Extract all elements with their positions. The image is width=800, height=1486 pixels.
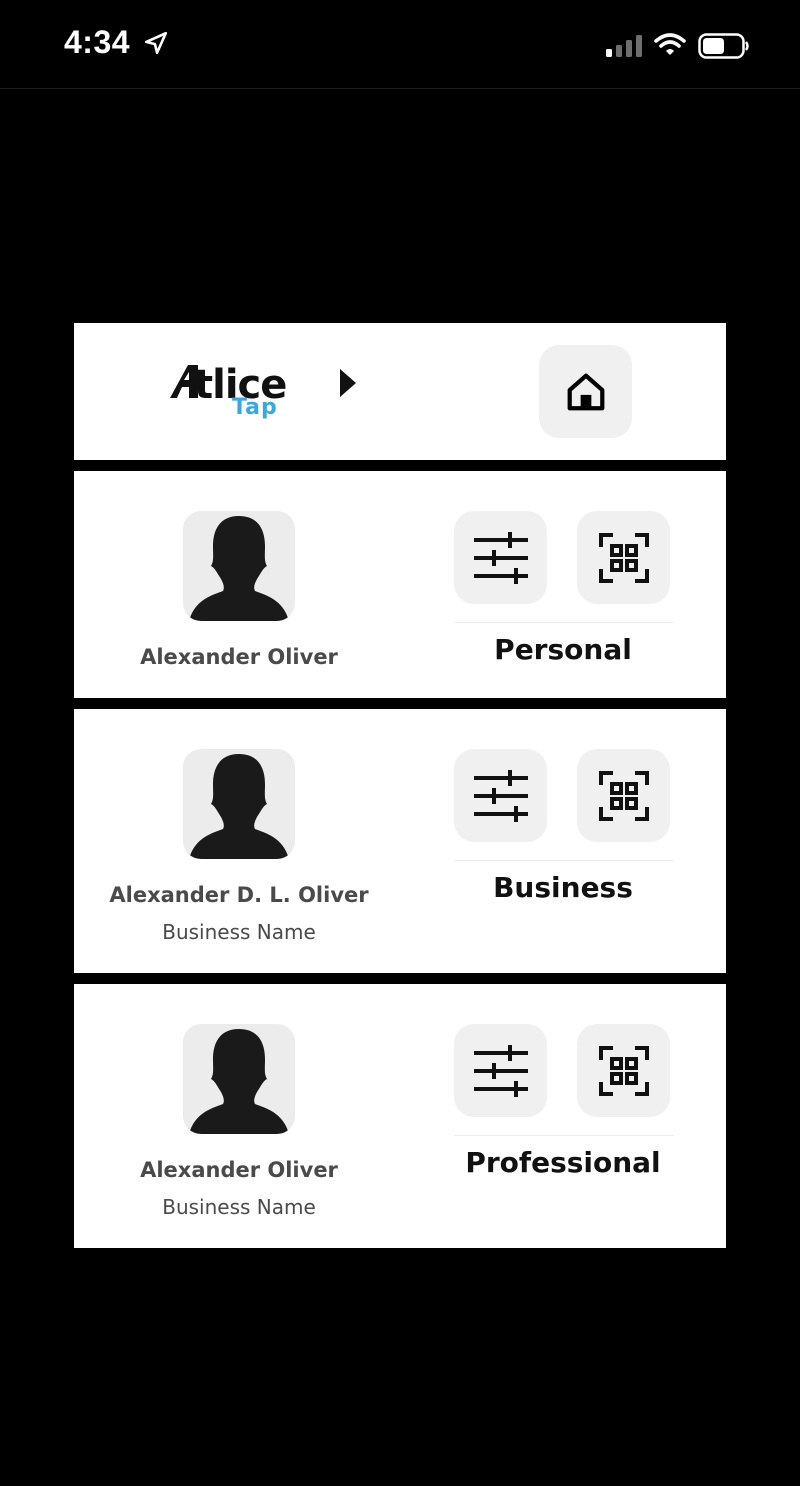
divider <box>454 1135 674 1136</box>
profile-card-personal[interactable]: Alexander Oliver Personal <box>74 471 726 698</box>
profile-card-professional[interactable]: Alexander Oliver Business Name Professio… <box>74 984 726 1248</box>
qr-code-button[interactable] <box>577 511 670 604</box>
person-silhouette-icon <box>189 754 289 859</box>
home-icon <box>567 373 604 410</box>
qr-code-button[interactable] <box>577 749 670 842</box>
status-time: 4:34 <box>64 24 131 60</box>
logo-sub-text: Tap <box>232 395 278 420</box>
avatar <box>183 1024 295 1134</box>
sliders-icon <box>473 1044 528 1097</box>
business-name: Business Name <box>162 1195 316 1219</box>
card-type-label: Professional <box>465 1146 661 1179</box>
settings-button[interactable] <box>454 511 547 604</box>
cellular-signal-icon <box>606 35 642 57</box>
header-panel: tlice Tap <box>74 323 726 460</box>
card-type-label: Business <box>493 871 633 904</box>
settings-button[interactable] <box>454 1024 547 1117</box>
settings-button[interactable] <box>454 749 547 842</box>
avatar <box>183 749 295 859</box>
divider <box>454 860 674 861</box>
divider <box>454 622 674 623</box>
card-type-label: Personal <box>494 633 632 666</box>
atlice-tap-logo: tlice Tap <box>170 361 356 425</box>
business-name: Business Name <box>162 920 316 944</box>
sliders-icon <box>473 531 528 584</box>
wifi-icon <box>654 33 686 55</box>
avatar <box>183 511 295 621</box>
location-arrow-icon <box>144 31 168 55</box>
person-silhouette-icon <box>189 516 289 621</box>
qr-code-button[interactable] <box>577 1024 670 1117</box>
battery-icon <box>698 33 749 59</box>
person-silhouette-icon <box>189 1029 289 1134</box>
profile-card-business[interactable]: Alexander D. L. Oliver Business Name Bus… <box>74 709 726 973</box>
home-button[interactable] <box>539 345 632 438</box>
sliders-icon <box>473 769 528 822</box>
profile-name: Alexander Oliver <box>140 1158 338 1182</box>
qr-code-icon <box>598 770 649 821</box>
qr-code-icon <box>598 532 649 583</box>
qr-code-icon <box>598 1045 649 1096</box>
profile-name: Alexander Oliver <box>140 645 338 669</box>
profile-name: Alexander D. L. Oliver <box>109 883 369 907</box>
status-bar: 4:34 <box>0 0 800 89</box>
